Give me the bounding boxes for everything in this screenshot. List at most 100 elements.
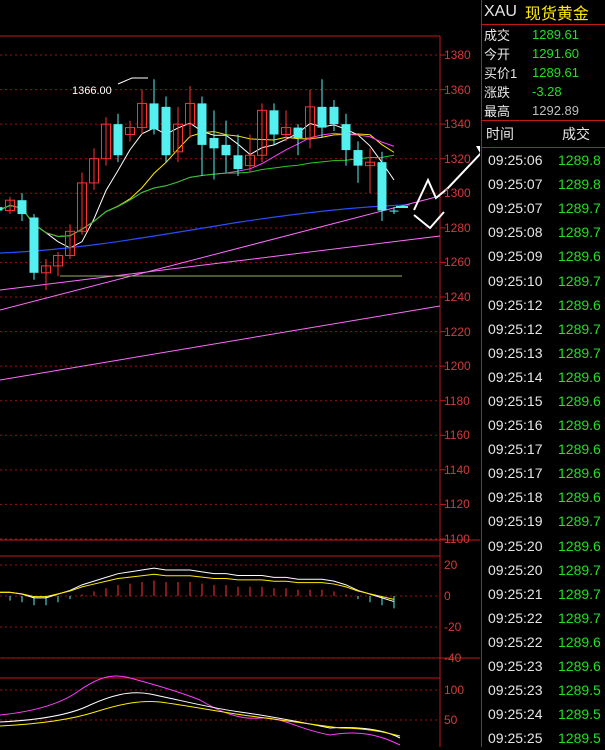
symbol-header: XAU 现货黄金: [482, 0, 605, 25]
tick-price: 1289.6: [558, 296, 601, 313]
tick-row: 09:25:24 1289.5: [482, 702, 605, 726]
tick-time: 09:25:20: [488, 537, 543, 554]
tick-price: 1289.8: [558, 176, 601, 193]
ma20-line: [0, 132, 395, 238]
tick-time: 09:25:17: [488, 465, 543, 482]
tick-row: 09:25:23 1289.6: [482, 654, 605, 678]
candle-body: [317, 106, 327, 128]
candle-body: [197, 103, 207, 145]
tick-price: 1289.6: [558, 392, 601, 409]
price-tick-label: 1360: [444, 82, 471, 97]
tick-row: 09:25:18 1289.6: [482, 485, 605, 509]
quote-value: -3.28: [532, 84, 562, 99]
tick-row: 09:25:20 1289.7: [482, 558, 605, 582]
tick-price: 1289.7: [558, 344, 601, 361]
tick-time: 09:25:25: [488, 730, 543, 747]
tick-row: 09:25:17 1289.6: [482, 437, 605, 461]
candle-body: [269, 110, 279, 135]
tick-price: 1289.6: [558, 368, 601, 385]
candle-body: [17, 200, 27, 215]
candle-body: [377, 162, 387, 211]
tick-header-time: 时间: [486, 126, 514, 142]
tick-price: 1289.7: [558, 585, 601, 602]
quote-label: 最高: [484, 104, 511, 119]
tick-list[interactable]: 09:25:06 1289.8 09:25:07 1289.8 09:25:07 1289…: [482, 148, 605, 750]
price-tick-label: 1300: [444, 186, 471, 201]
tick-price: 1289.7: [558, 561, 601, 578]
quote-label: 买价1: [484, 66, 518, 81]
tick-row: 09:25:06 1289.8: [482, 148, 605, 172]
candle-body: [389, 210, 399, 212]
quote-value: 1289.61: [532, 65, 579, 80]
macd-dea-line: [0, 573, 395, 600]
tick-row: 09:25:09 1289.6: [482, 244, 605, 268]
tick-row: 09:25:07 1289.8: [482, 172, 605, 196]
tick-time: 09:25:10: [488, 272, 543, 289]
candle-body: [0, 207, 3, 211]
tick-time: 09:25:13: [488, 344, 543, 361]
tick-row: 09:25:13 1289.7: [482, 341, 605, 365]
tick-time: 09:25:06: [488, 152, 543, 169]
tick-time: 09:25:18: [488, 489, 543, 506]
tick-row: 09:25:08 1289.7: [482, 220, 605, 244]
tick-time: 09:25:08: [488, 224, 543, 241]
ma10-line: [0, 131, 395, 238]
tick-price: 1289.7: [558, 609, 601, 626]
chart-grid: [0, 35, 480, 747]
tick-time: 09:25:20: [488, 561, 543, 578]
macd-tick-label: 0: [444, 589, 451, 603]
quote-value: 1291.60: [532, 46, 579, 61]
tick-row: 09:25:07 1289.7: [482, 196, 605, 220]
quote-row: 涨跌 -3.28: [482, 82, 605, 101]
tick-time: 09:25:23: [488, 658, 543, 675]
tick-time: 09:25:09: [488, 248, 543, 265]
quote-value: 1292.89: [532, 103, 579, 118]
tick-time: 09:25:19: [488, 513, 543, 530]
candle-body: [29, 217, 39, 273]
tick-price: 1289.6: [558, 465, 601, 482]
tick-price: 1289.6: [558, 248, 601, 265]
macd-tick-label: -20: [444, 620, 462, 634]
tick-time: 09:25:21: [488, 585, 543, 602]
tick-price: 1289.5: [558, 730, 601, 747]
tick-time: 09:25:14: [488, 368, 543, 385]
tick-header-price: 成交: [562, 126, 590, 142]
kdj-panel: [0, 675, 401, 746]
price-tick-label: 1220: [444, 324, 471, 339]
quote-label: 今开: [484, 47, 511, 62]
price-tick-label: 1160: [444, 428, 470, 443]
tick-row: 09:25:12 1289.6: [482, 293, 605, 317]
price-chart[interactable]: 1366.00: [0, 0, 480, 747]
price-tick-label: 1120: [444, 497, 470, 512]
tick-price: 1289.5: [558, 682, 601, 699]
tick-time: 09:25:12: [488, 296, 543, 313]
trend-line: [0, 305, 441, 381]
tick-row: 09:25:20 1289.6: [482, 534, 605, 558]
quote-row: 最高 1292.89: [482, 101, 605, 120]
price-tick-label: 1180: [444, 393, 470, 408]
price-tick-label: 1240: [444, 290, 471, 304]
tick-price: 1289.7: [558, 224, 601, 241]
candle-body: [161, 106, 171, 156]
candle-body: [341, 124, 351, 151]
candle-body: [353, 150, 363, 166]
price-tick-label: 1260: [444, 255, 471, 270]
price-tick-label: 1380: [444, 48, 471, 62]
symbol-name: 现货黄金: [524, 6, 589, 23]
tick-time: 09:25:22: [488, 633, 543, 650]
tick-price: 1289.7: [558, 200, 601, 217]
tick-price: 1289.5: [558, 706, 601, 723]
kdj-tick-label: 100: [444, 683, 465, 697]
tick-row: 09:25:25 1289.5: [482, 726, 605, 750]
ma60-line: [0, 204, 411, 254]
macd-tick-label: 20: [444, 558, 458, 572]
tick-price: 1289.7: [558, 320, 601, 337]
tick-price: 1289.6: [558, 417, 601, 434]
tick-row: 09:25:21 1289.7: [482, 582, 605, 606]
kdj-d-line: [0, 701, 401, 737]
quote-label: 涨跌: [484, 85, 511, 100]
quote-row: 今开 1291.60: [482, 44, 605, 63]
quote-panel: XAU 现货黄金 成交 1289.61 今开 1291.60 买价1 1289.61 涨跌 -…: [481, 0, 605, 747]
tick-price: 1289.6: [558, 658, 601, 675]
tick-time: 09:25:07: [488, 200, 543, 217]
